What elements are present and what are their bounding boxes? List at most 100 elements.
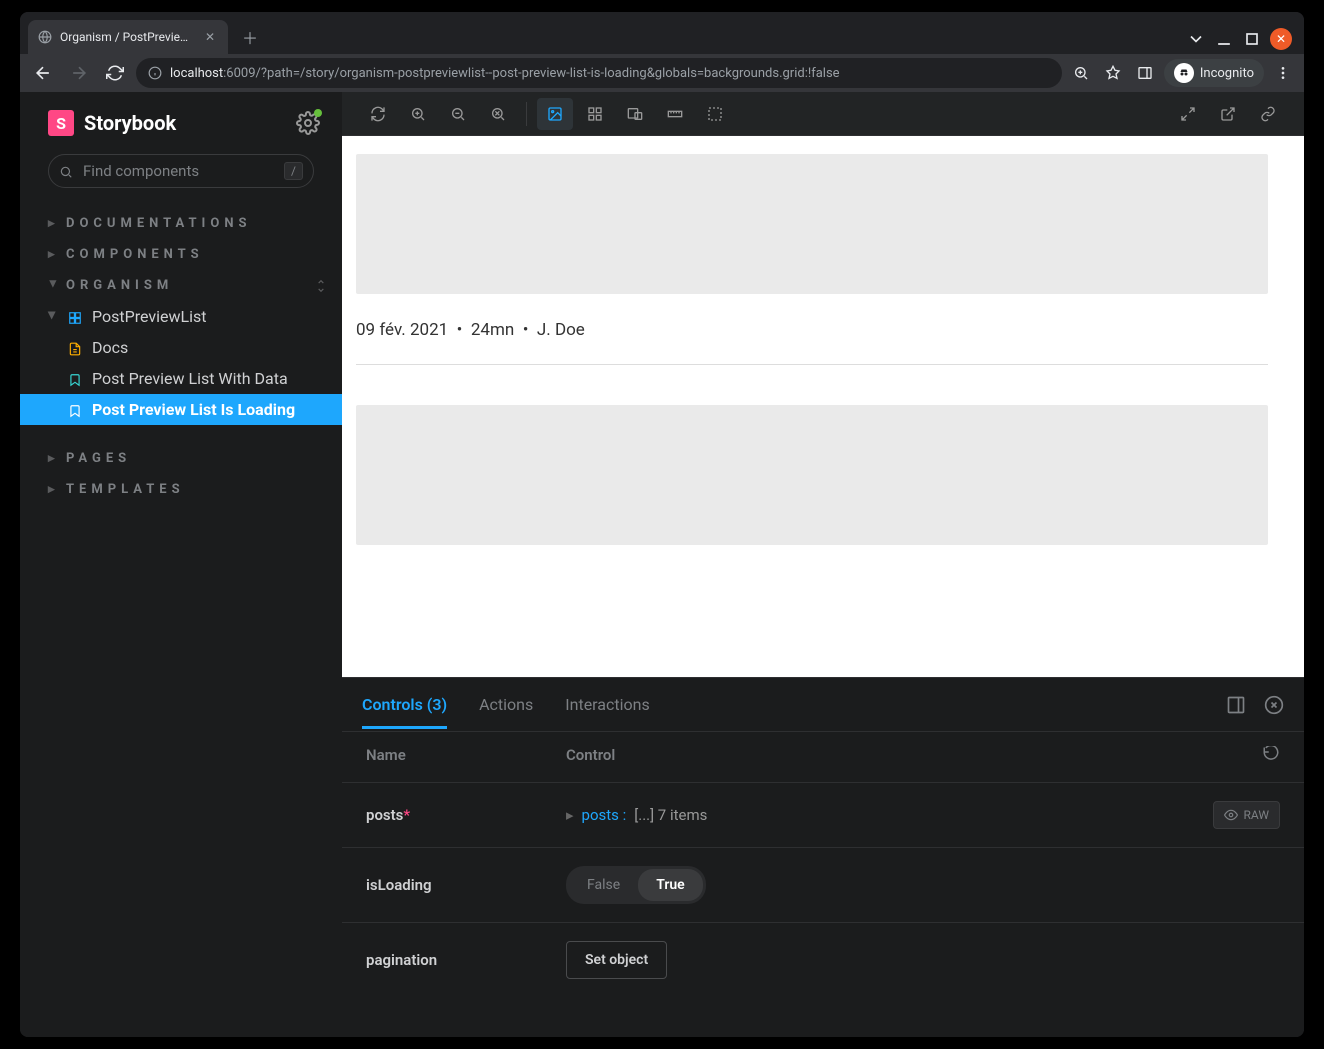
post-date: 09 fév. 2021 — [356, 320, 448, 340]
browser-tab[interactable]: Organism / PostPreviewL ✕ — [28, 20, 228, 54]
toggle-false[interactable]: False — [569, 869, 638, 901]
update-dot — [314, 109, 322, 117]
grid-icon[interactable] — [577, 98, 613, 130]
tab-close-icon[interactable]: ✕ — [202, 29, 218, 45]
fullscreen-icon[interactable] — [1170, 98, 1206, 130]
section-components[interactable]: ▸ COMPONENTS — [20, 239, 342, 270]
brand-row: S Storybook — [20, 110, 342, 154]
reload-button[interactable] — [100, 58, 130, 88]
story-label: Docs — [92, 338, 128, 357]
panel-icon[interactable] — [1132, 60, 1158, 86]
tab-controls[interactable]: Controls (3) — [362, 681, 447, 728]
section-label: COMPONENTS — [66, 247, 204, 262]
eye-icon — [1224, 808, 1238, 822]
maximize-icon[interactable] — [1242, 29, 1262, 49]
sidebar-component-postpreviewlist[interactable]: ▸ PostPreviewList — [20, 301, 342, 332]
remount-icon[interactable] — [360, 98, 396, 130]
control-name: pagination — [366, 951, 566, 969]
tab-bar: Organism / PostPreviewL ✕ ＋ ✕ — [20, 12, 1304, 54]
tab-label: Actions — [479, 695, 533, 714]
url-input[interactable]: localhost:6009/?path=/story/organism-pos… — [136, 58, 1062, 88]
chevron-down-icon: ▸ — [46, 281, 61, 291]
zoom-reset-icon[interactable] — [480, 98, 516, 130]
zoom-in-icon[interactable] — [400, 98, 436, 130]
storybook-main: 09 fév. 2021 • 24mn • J. Doe Controls (3… — [342, 92, 1304, 1037]
sidebar-story-with-data[interactable]: Post Preview List With Data — [20, 363, 342, 394]
reset-icon[interactable] — [1262, 746, 1280, 768]
chevron-right-icon: ▸ — [48, 482, 58, 497]
story-label: Post Preview List Is Loading — [92, 400, 295, 419]
tab-interactions[interactable]: Interactions — [565, 681, 649, 728]
addons-panel: Controls (3) Actions Interactions — [342, 677, 1304, 1037]
open-new-tab-icon[interactable] — [1210, 98, 1246, 130]
set-object-button[interactable]: Set object — [566, 941, 667, 979]
story-label: Post Preview List With Data — [92, 369, 288, 388]
toggle-true[interactable]: True — [638, 869, 703, 901]
search-shortcut: / — [284, 162, 303, 180]
posts-summary: [...] 7 items — [634, 806, 707, 824]
close-panel-icon[interactable] — [1264, 695, 1284, 715]
copy-link-icon[interactable] — [1250, 98, 1286, 130]
outline-icon[interactable] — [697, 98, 733, 130]
new-tab-button[interactable]: ＋ — [236, 23, 264, 51]
posts-key: posts : — [582, 806, 627, 824]
component-icon — [68, 310, 82, 324]
chevron-right-icon: ▸ — [566, 806, 574, 824]
tab-title: Organism / PostPreviewL — [60, 30, 194, 44]
bookmark-icon — [68, 372, 82, 386]
raw-button[interactable]: RAW — [1213, 801, 1280, 829]
browser-window: Organism / PostPreviewL ✕ ＋ ✕ — [20, 12, 1304, 1037]
toolbar-separator — [526, 102, 527, 126]
skeleton-block — [356, 405, 1268, 545]
raw-label: RAW — [1244, 808, 1269, 822]
sidebar-story-docs[interactable]: Docs — [20, 332, 342, 363]
chevron-right-icon: ▸ — [48, 247, 58, 262]
app-content: S Storybook Find components / ▸ DOCUMENT… — [20, 92, 1304, 1037]
header-control: Control — [566, 746, 615, 768]
post-readtime: 24mn — [471, 320, 514, 340]
section-pages[interactable]: ▸ PAGES — [20, 443, 342, 474]
minimize-icon[interactable] — [1214, 29, 1234, 49]
tab-label: Controls — [362, 695, 423, 714]
controls-header: Name Control — [342, 732, 1304, 783]
gear-icon[interactable] — [296, 111, 320, 135]
control-row-posts: posts* ▸ posts : [...] 7 items RAW — [342, 783, 1304, 848]
section-templates[interactable]: ▸ TEMPLATES — [20, 474, 342, 505]
back-button[interactable] — [28, 58, 58, 88]
section-label: TEMPLATES — [66, 482, 185, 497]
more-icon[interactable] — [1270, 60, 1296, 86]
zoom-icon[interactable] — [1068, 60, 1094, 86]
storybook-logo[interactable]: S Storybook — [48, 110, 176, 136]
tab-actions[interactable]: Actions — [479, 681, 533, 728]
measure-icon[interactable] — [657, 98, 693, 130]
url-text: localhost:6009/?path=/story/organism-pos… — [170, 66, 840, 81]
forward-button[interactable] — [64, 58, 94, 88]
document-icon — [68, 341, 82, 355]
viewport-icon[interactable] — [617, 98, 653, 130]
storybook-sidebar: S Storybook Find components / ▸ DOCUMENT… — [20, 92, 342, 1037]
brand-text: Storybook — [84, 111, 176, 135]
section-organism[interactable]: ▸ ORGANISM — [20, 270, 342, 301]
post-author: J. Doe — [537, 320, 585, 340]
chevron-down-icon[interactable] — [1186, 29, 1206, 49]
boolean-toggle: False True — [566, 866, 706, 904]
control-row-pagination: pagination Set object — [342, 923, 1304, 997]
story-canvas: 09 fév. 2021 • 24mn • J. Doe — [342, 136, 1304, 677]
section-label: PAGES — [66, 451, 131, 466]
panel-orientation-icon[interactable] — [1226, 695, 1246, 715]
control-name: posts* — [366, 806, 566, 824]
section-documentations[interactable]: ▸ DOCUMENTATIONS — [20, 208, 342, 239]
incognito-label: Incognito — [1200, 66, 1254, 81]
addon-tabs: Controls (3) Actions Interactions — [342, 678, 1304, 732]
sidebar-story-is-loading[interactable]: Post Preview List Is Loading — [20, 394, 342, 425]
collapse-icon[interactable] — [314, 279, 328, 293]
window-close-icon[interactable]: ✕ — [1270, 28, 1292, 50]
bookmark-star-icon[interactable] — [1100, 60, 1126, 86]
incognito-badge[interactable]: Incognito — [1164, 59, 1264, 87]
zoom-out-icon[interactable] — [440, 98, 476, 130]
search-placeholder: Find components — [83, 162, 274, 180]
control-posts-value[interactable]: ▸ posts : [...] 7 items RAW — [566, 801, 1280, 829]
separator: • — [523, 320, 529, 340]
search-input[interactable]: Find components / — [48, 154, 314, 188]
backgrounds-icon[interactable] — [537, 98, 573, 130]
